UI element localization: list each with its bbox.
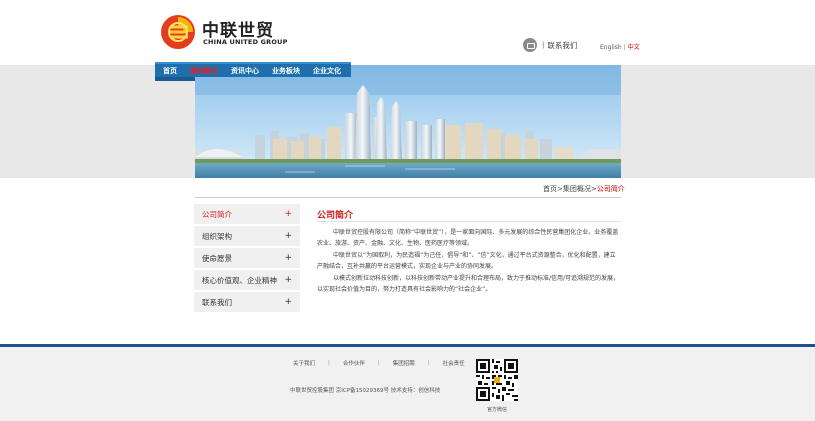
footer-separator: |	[427, 360, 430, 366]
contact-label: 联系我们	[547, 40, 578, 50]
footer-link-partners[interactable]: 合作伙伴	[343, 359, 365, 367]
footer-separator: |	[328, 360, 330, 366]
footer-separator: |	[377, 360, 380, 366]
breadcrumb-parent[interactable]: 集团概况	[563, 185, 591, 193]
footer-links: 关于我们 | 合作伙伴 | 集团招聘 | 社会责任	[290, 359, 468, 367]
lang-separator: |	[623, 44, 626, 51]
nav-item-home[interactable]: 首页	[163, 66, 177, 76]
sidebar-item-contact[interactable]: 联系我们 +	[194, 292, 300, 312]
sidebar-item-label: 核心价值观、企业精神	[202, 275, 277, 285]
logo[interactable]: 中联世贸 CHINA UNITED GROUP	[160, 14, 290, 52]
plus-icon: +	[284, 231, 292, 241]
footer-link-careers[interactable]: 集团招聘	[393, 359, 415, 367]
plus-icon: +	[284, 297, 292, 307]
nav-item-business[interactable]: 业务板块	[272, 66, 300, 76]
content-paragraph: 中联世贸以“为国取利，为民造福”为己任，倡导“和”、“信”文化，通过平台式资源整…	[317, 252, 616, 270]
language-switch: English | 中文	[600, 42, 640, 51]
plus-icon: +	[284, 209, 292, 219]
sidebar-item-company-profile[interactable]: 公司简介 +	[194, 204, 300, 224]
sidebar-item-values[interactable]: 核心价值观、企业精神 +	[194, 270, 300, 290]
main-nav: 首页 集团概况 资讯中心 业务板块 企业文化	[155, 62, 351, 77]
lang-english-link[interactable]: English	[600, 44, 622, 51]
sidebar-item-label: 使命愿景	[202, 253, 232, 263]
sidebar: 公司简介 + 组织架构 + 使命愿景 + 核心价值观、企业精神 + 联系我们 +	[194, 204, 300, 314]
content-paragraph: 中联世贸控股有限公司（简称“中联世贸”），是一家面向国际、多元发展的综合性民营集…	[317, 229, 619, 247]
breadcrumb: 首页>集团概况>公司简介	[543, 184, 625, 194]
lang-chinese-link[interactable]: 中文	[628, 44, 640, 51]
breadcrumb-home[interactable]: 首页	[543, 185, 557, 193]
contact-link[interactable]: | 联系我们	[523, 38, 577, 52]
footer-copyright: 中联世贸控股集团 京ICP备15029369号 技术支持：创信科技	[290, 388, 441, 394]
title-divider	[317, 221, 621, 222]
nav-item-group-overview[interactable]: 集团概况	[190, 66, 218, 76]
sidebar-item-organization[interactable]: 组织架构 +	[194, 226, 300, 246]
breadcrumb-current: 公司简介	[596, 185, 625, 193]
message-icon	[523, 38, 537, 52]
sidebar-item-label: 联系我们	[202, 297, 232, 307]
footer-link-about[interactable]: 关于我们	[293, 359, 315, 367]
qr-code-label: 官方微信	[486, 407, 507, 413]
contact-separator: |	[542, 41, 545, 49]
logo-en-text: CHINA UNITED GROUP	[203, 38, 288, 46]
page-title: 公司简介	[317, 211, 354, 221]
plus-icon: +	[284, 253, 292, 263]
sidebar-item-mission[interactable]: 使命愿景 +	[194, 248, 300, 268]
content-paragraph: 以模式创新拉动科技创新，以科技创新带动产业提升和合理布局，致力于推动标准/信用/…	[317, 275, 620, 293]
banner-image	[195, 65, 621, 178]
nav-ribbon-fold	[155, 77, 195, 81]
qr-code-icon	[476, 359, 518, 401]
plus-icon: +	[284, 275, 292, 285]
footer-link-responsibility[interactable]: 社会责任	[443, 359, 465, 367]
footer	[0, 344, 815, 421]
logo-mark-icon	[161, 15, 195, 49]
nav-item-culture[interactable]: 企业文化	[313, 66, 341, 76]
sidebar-item-label: 组织架构	[202, 231, 232, 241]
sidebar-item-label: 公司简介	[202, 209, 232, 219]
breadcrumb-divider	[195, 197, 621, 198]
nav-item-news[interactable]: 资讯中心	[231, 66, 259, 76]
